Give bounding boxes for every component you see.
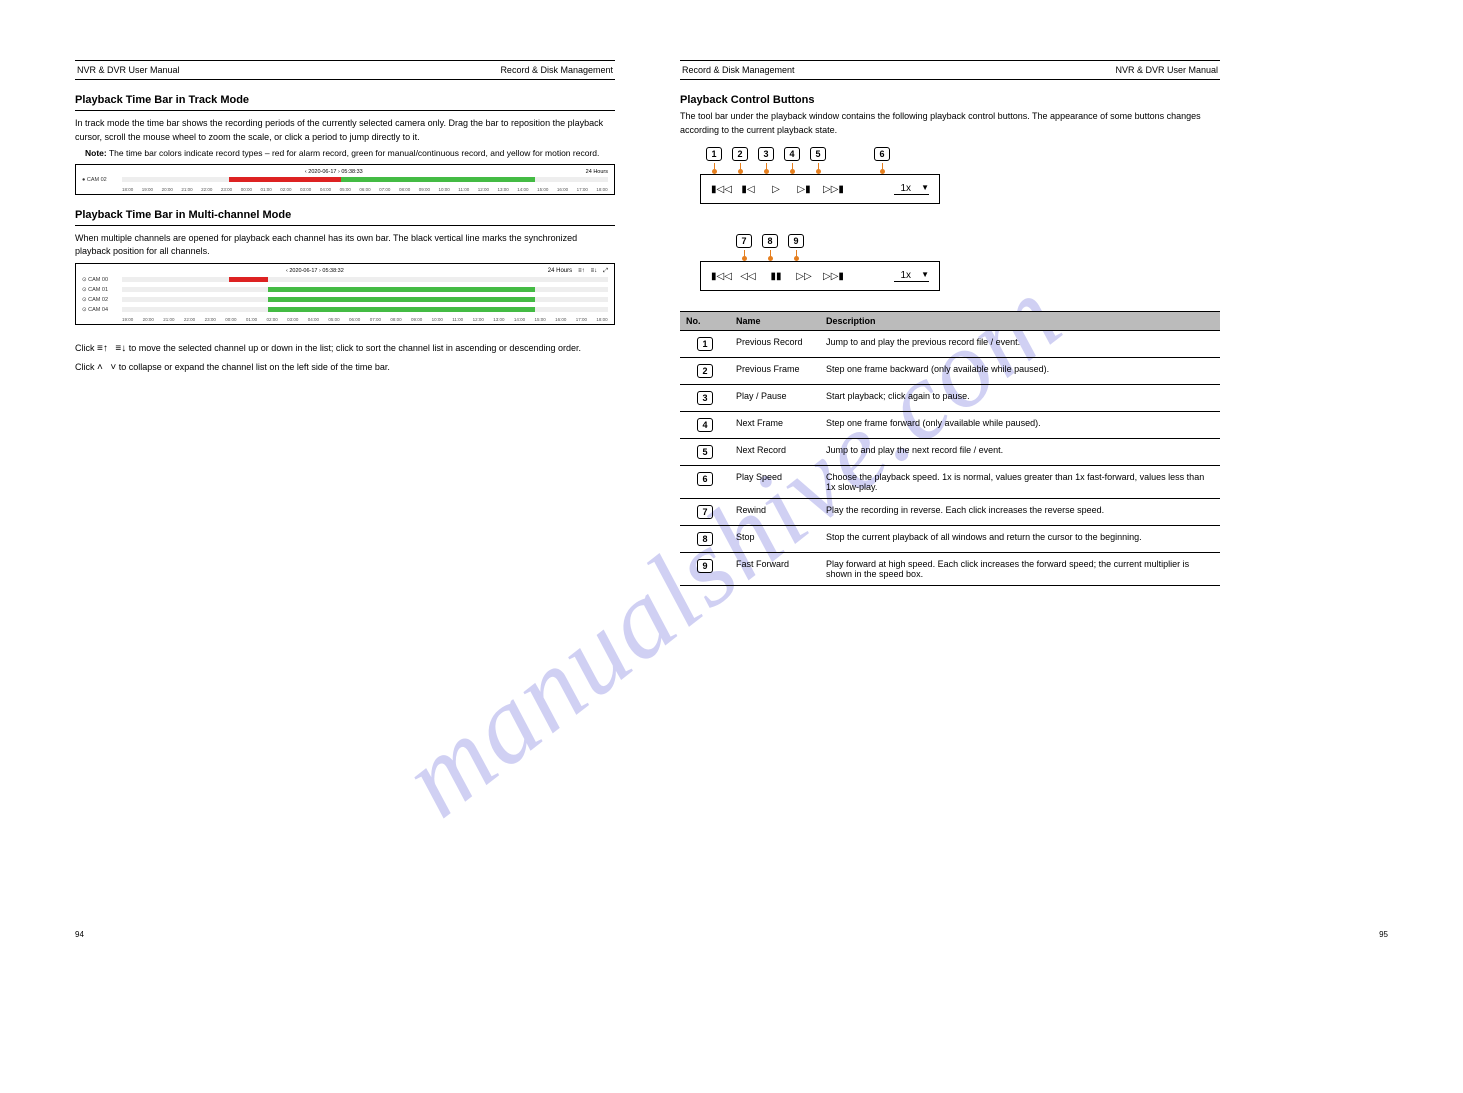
row-desc: Stop the current playback of all windows… [820, 526, 1220, 553]
heading-track: Playback Time Bar in Track Mode [75, 94, 615, 106]
rewind-icon[interactable]: ◁◁ [739, 271, 757, 282]
table-row: 3 Play / Pause Start playback; click aga… [680, 385, 1220, 412]
th-no: No. [680, 312, 730, 331]
skip-back-icon[interactable]: ▮◁◁ [711, 271, 729, 282]
row-num: 7 [697, 505, 713, 519]
footer-left: 94 [75, 930, 84, 939]
table-row: 5 Next Record Jump to and play the next … [680, 439, 1220, 466]
callout-7: 7 [736, 234, 752, 248]
callout-2: 2 [732, 147, 748, 161]
buttons-intro: The tool bar under the playback window c… [680, 110, 1220, 137]
table-row: 1 Previous Record Jump to and play the p… [680, 331, 1220, 358]
row-num: 8 [697, 532, 713, 546]
prev-frame-icon[interactable]: ▮◁ [739, 184, 757, 195]
multi-text: When multiple channels are opened for pl… [75, 232, 615, 259]
row-num: 6 [697, 472, 713, 486]
stop-icon[interactable]: ▮▮ [767, 271, 785, 282]
row-num: 9 [697, 559, 713, 573]
sort-up-icon[interactable]: ≡↑ [578, 268, 585, 275]
sort-down-icon[interactable]: ≡↓ [115, 343, 126, 354]
table-row: 6 Play Speed Choose the playback speed. … [680, 466, 1220, 499]
row-num: 5 [697, 445, 713, 459]
table-row: 9 Fast Forward Play forward at high spee… [680, 553, 1220, 586]
row-desc: Choose the playback speed. 1x is normal,… [820, 466, 1220, 499]
track-text: In track mode the time bar shows the rec… [75, 117, 615, 144]
chevron-down-icon[interactable]: ˅ [110, 362, 116, 373]
chev-post: to collapse or expand the channel list o… [119, 362, 390, 372]
skip-fwd-icon[interactable]: ▷▷▮ [823, 271, 841, 282]
skip-back-icon[interactable]: ▮◁◁ [711, 184, 729, 195]
row-name: Previous Frame [730, 358, 820, 385]
row-name: Fast Forward [730, 553, 820, 586]
table-row: 8 Stop Stop the current playback of all … [680, 526, 1220, 553]
row-name: Play Speed [730, 466, 820, 499]
callout-9: 9 [788, 234, 804, 248]
row-num: 4 [697, 418, 713, 432]
heading-buttons: Playback Control Buttons [680, 94, 1220, 106]
tl2-ticks: 19:0020:0021:0022:0023:0000:0001:0002:00… [82, 317, 608, 322]
sort-pre: Click [75, 343, 97, 353]
timeline-multi: ‹ 2020-06-17 › 05:38:32 24 Hours ≡↑ ≡↓ ⤢… [75, 263, 615, 325]
row-num: 2 [697, 364, 713, 378]
play-icon[interactable]: ▷ [767, 184, 785, 195]
row-name: Play / Pause [730, 385, 820, 412]
speed-select[interactable]: 1x [894, 270, 929, 282]
footer-right: 95 [1379, 930, 1388, 939]
row-name: Previous Record [730, 331, 820, 358]
sort-post: to sort the channel list in ascending or… [356, 343, 581, 353]
page-left: NVR & DVR User Manual Record & Disk Mana… [75, 60, 615, 379]
row-desc: Step one frame forward (only available w… [820, 412, 1220, 439]
note-label: Note: [85, 148, 107, 158]
footer: 94 95 [0, 930, 1463, 939]
table-row: 4 Next Frame Step one frame forward (onl… [680, 412, 1220, 439]
sort-down-icon[interactable]: ≡↓ [591, 268, 598, 275]
heading-multi: Playback Time Bar in Multi-channel Mode [75, 209, 615, 221]
sort-mid: to move the selected channel up or down … [129, 343, 356, 353]
row-name: Next Frame [730, 412, 820, 439]
page-right: Record & Disk Management NVR & DVR User … [680, 60, 1220, 586]
tl1-ticks: 18:0019:0020:0021:0022:0023:0000:0001:00… [82, 187, 608, 192]
speed-select[interactable]: 1x [894, 183, 929, 195]
th-name: Name [730, 312, 820, 331]
playback-bar-paused: 12345 6 ▮◁◁ ▮◁ ▷ ▷▮ ▷▷▮ 1x [700, 147, 1220, 204]
hdr-right-section: Record & Disk Management [682, 65, 795, 75]
chev-pre: Click [75, 362, 97, 372]
row-num: 3 [697, 391, 713, 405]
row-desc: Jump to and play the next record file / … [820, 439, 1220, 466]
row-num: 1 [697, 337, 713, 351]
th-desc: Description [820, 312, 1220, 331]
ffwd-icon[interactable]: ▷▷ [795, 271, 813, 282]
row-desc: Step one frame backward (only available … [820, 358, 1220, 385]
expand-icon[interactable]: ⤢ [603, 268, 608, 275]
next-frame-icon[interactable]: ▷▮ [795, 184, 813, 195]
hdr-left-section: Record & Disk Management [500, 65, 613, 75]
callout-3: 3 [758, 147, 774, 161]
callout-1: 1 [706, 147, 722, 161]
note-text: The time bar colors indicate record type… [109, 148, 599, 158]
row-name: Stop [730, 526, 820, 553]
callout-5: 5 [810, 147, 826, 161]
chevron-up-icon[interactable]: ˄ [97, 362, 103, 373]
callout-6: 6 [874, 147, 890, 161]
tl1-cam: ● CAM 02 [82, 177, 118, 183]
row-name: Rewind [730, 499, 820, 526]
playback-bar-playing: 789 ▮◁◁ ◁◁ ▮▮ ▷▷ ▷▷▮ 1x [700, 234, 1220, 291]
hdr-left-title: NVR & DVR User Manual [77, 65, 180, 75]
skip-fwd-icon[interactable]: ▷▷▮ [823, 184, 841, 195]
row-desc: Play forward at high speed. Each click i… [820, 553, 1220, 586]
row-desc: Play the recording in reverse. Each clic… [820, 499, 1220, 526]
row-name: Next Record [730, 439, 820, 466]
callout-8: 8 [762, 234, 778, 248]
timeline-single: ‹ 2020-06-17 › 05:38:33 24 Hours ● CAM 0… [75, 164, 615, 195]
row-desc: Start playback; click again to pause. [820, 385, 1220, 412]
callout-table: No. Name Description 1 Previous Record J… [680, 311, 1220, 586]
hdr-right-title: NVR & DVR User Manual [1115, 65, 1218, 75]
row-desc: Jump to and play the previous record fil… [820, 331, 1220, 358]
sort-up-icon[interactable]: ≡↑ [97, 343, 108, 354]
callout-4: 4 [784, 147, 800, 161]
table-row: 2 Previous Frame Step one frame backward… [680, 358, 1220, 385]
table-row: 7 Rewind Play the recording in reverse. … [680, 499, 1220, 526]
